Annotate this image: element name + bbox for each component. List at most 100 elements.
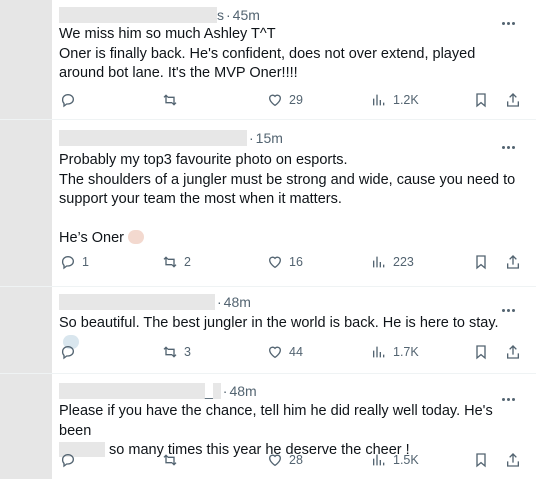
like-button[interactable]: 44 (267, 342, 303, 362)
tweet-line: He’s Oner (59, 229, 516, 249)
tweet-text: We miss him so much Ashley T^T Oner is f… (59, 25, 516, 84)
reply-icon (61, 346, 74, 360)
timestamp[interactable]: 48m (224, 294, 251, 310)
username-redacted (212, 383, 221, 399)
like-button[interactable]: 16 (267, 252, 303, 272)
bookmark-button[interactable] (473, 342, 489, 362)
username-redacted[interactable] (59, 7, 217, 23)
tweet-header: · 15m (59, 129, 283, 147)
bookmark-icon (476, 345, 486, 360)
more-icon[interactable] (502, 299, 518, 312)
views-icon (373, 94, 385, 106)
timestamp[interactable]: 15m (256, 130, 283, 146)
views-button[interactable]: 1.5K (371, 450, 419, 470)
name-tail: _ (205, 383, 213, 399)
action-bar: 29 1.2K (0, 90, 536, 110)
heart-icon (268, 454, 282, 467)
share-button[interactable] (505, 450, 521, 470)
retweet-button[interactable] (162, 90, 184, 110)
tweet-header: · 48m (59, 293, 251, 311)
share-icon (507, 453, 519, 467)
views-icon (373, 454, 385, 466)
retweet-count: 2 (184, 255, 191, 269)
like-button[interactable]: 28 (267, 450, 303, 470)
reply-button[interactable] (60, 342, 82, 362)
tweet-text: Probably my top3 favourite photo on espo… (59, 151, 516, 248)
view-count: 1.2K (393, 93, 419, 107)
tweet-line: Oner is finally back. He's confident, do… (59, 45, 476, 82)
bookmark-button[interactable] (473, 450, 489, 470)
dot-separator: · (222, 383, 228, 399)
heart-icon (268, 346, 282, 359)
views-icon (373, 256, 385, 268)
tweet-line: We miss him so much Ashley T^T (59, 26, 276, 42)
share-icon (507, 93, 519, 107)
username-redacted[interactable] (59, 294, 215, 310)
username-redacted[interactable] (59, 383, 205, 399)
reply-icon (61, 256, 74, 270)
more-icon[interactable] (502, 136, 518, 149)
views-icon (373, 346, 385, 358)
share-button[interactable] (505, 342, 521, 362)
reply-icon (61, 454, 74, 468)
like-count: 44 (289, 345, 303, 359)
more-icon[interactable] (502, 12, 518, 25)
share-button[interactable] (505, 252, 521, 272)
flexed-biceps-emoji (128, 229, 145, 244)
bookmark-button[interactable] (473, 252, 489, 272)
dot-separator: · (217, 294, 222, 310)
dot-separator: · (226, 7, 231, 23)
tweet-line: Probably my top3 favourite photo on espo… (59, 152, 348, 168)
view-count: 1.7K (393, 345, 419, 359)
retweet-button[interactable]: 2 (162, 252, 191, 272)
view-count: 223 (393, 255, 414, 269)
bookmark-icon (476, 453, 486, 468)
action-bar: 1 2 16 223 (0, 252, 536, 272)
retweet-icon (163, 346, 177, 358)
bookmark-button[interactable] (473, 90, 489, 110)
tweet-line: Please if you have the chance, tell him … (59, 403, 493, 439)
reply-icon (61, 94, 74, 108)
share-icon (507, 345, 519, 359)
reply-button[interactable] (60, 90, 82, 110)
like-count: 29 (289, 93, 303, 107)
tweet[interactable]: _ · 48m Please if you have the chance, t… (0, 374, 536, 479)
share-button[interactable] (505, 90, 521, 110)
tweet[interactable]: · 48m So beautiful. The best jungler in … (0, 287, 536, 374)
more-icon[interactable] (502, 388, 518, 401)
view-count: 1.5K (393, 453, 419, 467)
retweet-icon (163, 256, 177, 268)
heart-icon (268, 256, 282, 269)
views-button[interactable]: 223 (371, 252, 414, 272)
retweet-icon (163, 94, 177, 106)
like-count: 28 (289, 453, 303, 467)
action-bar: 28 1.5K (0, 450, 536, 470)
retweet-button[interactable] (162, 450, 184, 470)
name-tail: s (217, 7, 224, 23)
action-bar: 3 44 1.7K (0, 342, 536, 362)
bookmark-icon (476, 255, 486, 270)
reply-button[interactable] (60, 450, 82, 470)
tweet-header: _ · 48m (59, 382, 257, 400)
reply-count: 1 (82, 255, 89, 269)
share-icon (507, 255, 519, 269)
timestamp[interactable]: 48m (229, 383, 256, 399)
tweet[interactable]: s · 45m We miss him so much Ashley T^T O… (0, 0, 536, 120)
bookmark-icon (476, 93, 486, 108)
tweet[interactable]: · 15m Probably my top3 favourite photo o… (0, 120, 536, 287)
retweet-icon (163, 454, 177, 466)
like-button[interactable]: 29 (267, 90, 303, 110)
retweet-count: 3 (184, 345, 191, 359)
timestamp[interactable]: 45m (233, 7, 260, 23)
tweet-header: s · 45m (59, 6, 260, 24)
views-button[interactable]: 1.2K (371, 90, 419, 110)
tweet-line: The shoulders of a jungler must be stron… (59, 171, 516, 208)
reply-button[interactable]: 1 (60, 252, 89, 272)
username-redacted[interactable] (59, 130, 247, 146)
tweet-line-text: He’s Oner (59, 229, 125, 246)
like-count: 16 (289, 255, 303, 269)
heart-icon (268, 94, 282, 107)
views-button[interactable]: 1.7K (371, 342, 419, 362)
dot-separator: · (249, 130, 254, 146)
retweet-button[interactable]: 3 (162, 342, 191, 362)
